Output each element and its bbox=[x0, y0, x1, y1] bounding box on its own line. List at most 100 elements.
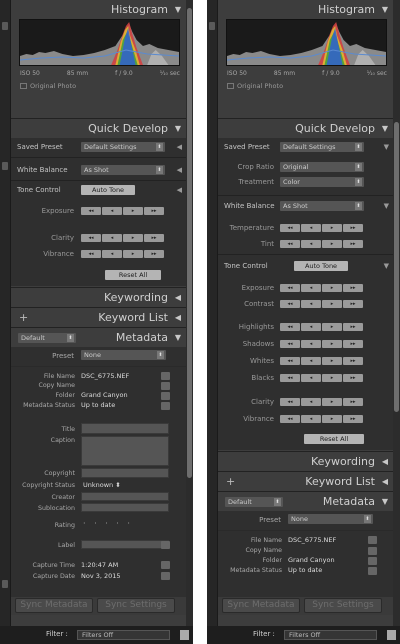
sync-settings-button[interactable]: Sync Settings bbox=[97, 598, 175, 613]
reset-all-button[interactable]: Reset All bbox=[304, 434, 364, 444]
auto-tone-button[interactable]: Auto Tone bbox=[294, 261, 348, 271]
label-field[interactable] bbox=[81, 540, 169, 549]
filter-lock-icon[interactable] bbox=[387, 630, 396, 640]
expand-icon[interactable]: ◀ bbox=[177, 166, 182, 174]
collapse-icon[interactable]: ▼ bbox=[382, 1, 388, 18]
vibrance-stepper[interactable]: ◂◂ ◂ ▸ ▸▸ bbox=[280, 415, 363, 423]
expand-icon[interactable]: ◀ bbox=[175, 309, 181, 326]
add-keyword-icon[interactable]: + bbox=[19, 309, 28, 326]
keywording-header[interactable]: Keywording ◀ bbox=[11, 289, 186, 306]
caption-field[interactable] bbox=[81, 436, 169, 466]
folder-action-icon[interactable] bbox=[161, 392, 170, 400]
file-name-value[interactable]: DSC_6775.NEF bbox=[81, 372, 129, 380]
rating-stars[interactable]: · · · · · bbox=[83, 519, 133, 528]
rating-label: Rating bbox=[54, 522, 75, 529]
reset-all-button[interactable]: Reset All bbox=[105, 270, 161, 280]
exposure-stepper[interactable]: ◂◂ ◂ ▸ ▸▸ bbox=[280, 284, 363, 292]
copyright-status-dropdown[interactable]: Unknown ⬍ bbox=[83, 481, 121, 489]
capture-time-action-icon[interactable] bbox=[161, 561, 170, 569]
auto-tone-button[interactable]: Auto Tone bbox=[81, 185, 135, 195]
copy-name-action-icon[interactable] bbox=[161, 382, 170, 390]
preset-value: None bbox=[291, 515, 308, 523]
panel-scrollbar[interactable] bbox=[393, 0, 400, 644]
copyright-field[interactable] bbox=[81, 468, 169, 478]
contrast-stepper[interactable]: ◂◂ ◂ ▸ ▸▸ bbox=[280, 300, 363, 308]
white-balance-dropdown[interactable]: As Shot ⬍ bbox=[280, 201, 364, 211]
filter-dropdown[interactable]: Filters Off bbox=[284, 630, 377, 640]
label-action-icon[interactable] bbox=[161, 541, 170, 549]
capture-date-action-icon[interactable] bbox=[161, 572, 170, 580]
filter-label: Filter : bbox=[46, 630, 68, 638]
sync-settings-button[interactable]: Sync Settings bbox=[304, 598, 382, 613]
preset-dropdown[interactable]: None ⬍ bbox=[81, 350, 166, 360]
metadata-status-action-icon[interactable] bbox=[161, 402, 170, 410]
metadata-header[interactable]: Default ⬍ Metadata ▼ bbox=[11, 329, 186, 346]
chevron-down-icon: ⬍ bbox=[67, 334, 74, 342]
chevron-down-icon: ⬍ bbox=[156, 166, 163, 174]
sublocation-field[interactable] bbox=[81, 503, 169, 512]
preset-dropdown[interactable]: None ⬍ bbox=[288, 514, 373, 524]
sync-metadata-button[interactable]: Sync Metadata bbox=[15, 598, 93, 613]
file-name-action-icon[interactable] bbox=[161, 372, 170, 380]
file-name-action-icon[interactable] bbox=[368, 536, 377, 544]
expand-icon[interactable]: ◀ bbox=[382, 453, 388, 470]
shutter-value: ¹⁄₁₀ sec bbox=[159, 70, 180, 77]
clarity-stepper[interactable]: ◂◂ ◂ ▸ ▸▸ bbox=[81, 234, 164, 242]
saved-preset-dropdown[interactable]: Default Settings ⬍ bbox=[280, 142, 364, 152]
collapse-icon[interactable]: ▼ bbox=[384, 202, 389, 210]
capture-date-label: Capture Date bbox=[32, 573, 75, 580]
histogram-chart[interactable] bbox=[19, 19, 180, 66]
filter-dropdown[interactable]: Filters Off bbox=[77, 630, 170, 640]
metadata-preset-dropdown[interactable]: Default ⬍ bbox=[18, 333, 76, 343]
metadata-header[interactable]: Default ⬍ Metadata ▼ bbox=[218, 493, 393, 510]
quick-develop-header[interactable]: Quick Develop ▼ bbox=[11, 120, 186, 137]
crop-ratio-dropdown[interactable]: Original ⬍ bbox=[280, 162, 364, 172]
collapse-icon[interactable]: ▼ bbox=[384, 143, 389, 151]
expand-icon[interactable]: ◀ bbox=[177, 186, 182, 194]
histogram-chart[interactable] bbox=[226, 19, 387, 66]
add-keyword-icon[interactable]: + bbox=[226, 473, 235, 490]
highlights-stepper[interactable]: ◂◂ ◂ ▸ ▸▸ bbox=[280, 323, 363, 331]
histogram-header[interactable]: Histogram ▼ bbox=[11, 1, 186, 18]
metadata-title: Metadata bbox=[115, 331, 168, 344]
collapse-icon[interactable]: ▼ bbox=[175, 329, 181, 346]
metadata-preset-dropdown[interactable]: Default ⬍ bbox=[225, 497, 283, 507]
panel-scrollbar[interactable] bbox=[186, 0, 193, 644]
keyword-list-header[interactable]: + Keyword List ◀ bbox=[11, 309, 186, 326]
sublocation-label: Sublocation bbox=[38, 505, 75, 512]
collapse-icon[interactable]: ▼ bbox=[384, 262, 389, 270]
creator-field[interactable] bbox=[81, 492, 169, 501]
keyword-list-header[interactable]: + Keyword List ◀ bbox=[218, 473, 393, 490]
shadows-stepper[interactable]: ◂◂ ◂ ▸ ▸▸ bbox=[280, 340, 363, 348]
treatment-dropdown[interactable]: Color ⬍ bbox=[280, 177, 364, 187]
expand-icon[interactable]: ◀ bbox=[177, 143, 182, 151]
clarity-stepper[interactable]: ◂◂ ◂ ▸ ▸▸ bbox=[280, 398, 363, 406]
vibrance-stepper[interactable]: ◂◂ ◂ ▸ ▸▸ bbox=[81, 250, 164, 258]
whites-stepper[interactable]: ◂◂ ◂ ▸ ▸▸ bbox=[280, 357, 363, 365]
metadata-status-action-icon[interactable] bbox=[368, 567, 377, 575]
tint-stepper[interactable]: ◂◂ ◂ ▸ ▸▸ bbox=[280, 240, 363, 248]
collapse-icon[interactable]: ▼ bbox=[175, 120, 181, 137]
expand-icon[interactable]: ◀ bbox=[382, 473, 388, 490]
histogram-title: Histogram bbox=[110, 3, 168, 16]
collapse-icon[interactable]: ▼ bbox=[175, 1, 181, 18]
exposure-stepper[interactable]: ◂◂ ◂ ▸ ▸▸ bbox=[81, 207, 164, 215]
saved-preset-dropdown[interactable]: Default Settings ⬍ bbox=[81, 142, 165, 152]
white-balance-dropdown[interactable]: As Shot ⬍ bbox=[81, 165, 165, 175]
folder-action-icon[interactable] bbox=[368, 557, 377, 565]
title-field[interactable] bbox=[81, 423, 169, 434]
collapse-icon[interactable]: ▼ bbox=[382, 120, 388, 137]
temperature-stepper[interactable]: ◂◂ ◂ ▸ ▸▸ bbox=[280, 224, 363, 232]
expand-icon[interactable]: ◀ bbox=[175, 289, 181, 306]
collapse-icon[interactable]: ▼ bbox=[382, 493, 388, 510]
copy-name-label: Copy Name bbox=[245, 547, 282, 554]
vibrance-row: Vibrance ◂◂ ◂ ▸ ▸▸ bbox=[11, 247, 186, 261]
sync-metadata-button[interactable]: Sync Metadata bbox=[222, 598, 300, 613]
quick-develop-header[interactable]: Quick Develop ▼ bbox=[218, 120, 393, 137]
copy-name-action-icon[interactable] bbox=[368, 547, 377, 555]
keywording-header[interactable]: Keywording ◀ bbox=[218, 453, 393, 470]
blacks-stepper[interactable]: ◂◂ ◂ ▸ ▸▸ bbox=[280, 374, 363, 382]
file-name-value[interactable]: DSC_6775.NEF bbox=[288, 536, 336, 544]
histogram-header[interactable]: Histogram ▼ bbox=[218, 1, 393, 18]
filter-lock-icon[interactable] bbox=[180, 630, 189, 640]
